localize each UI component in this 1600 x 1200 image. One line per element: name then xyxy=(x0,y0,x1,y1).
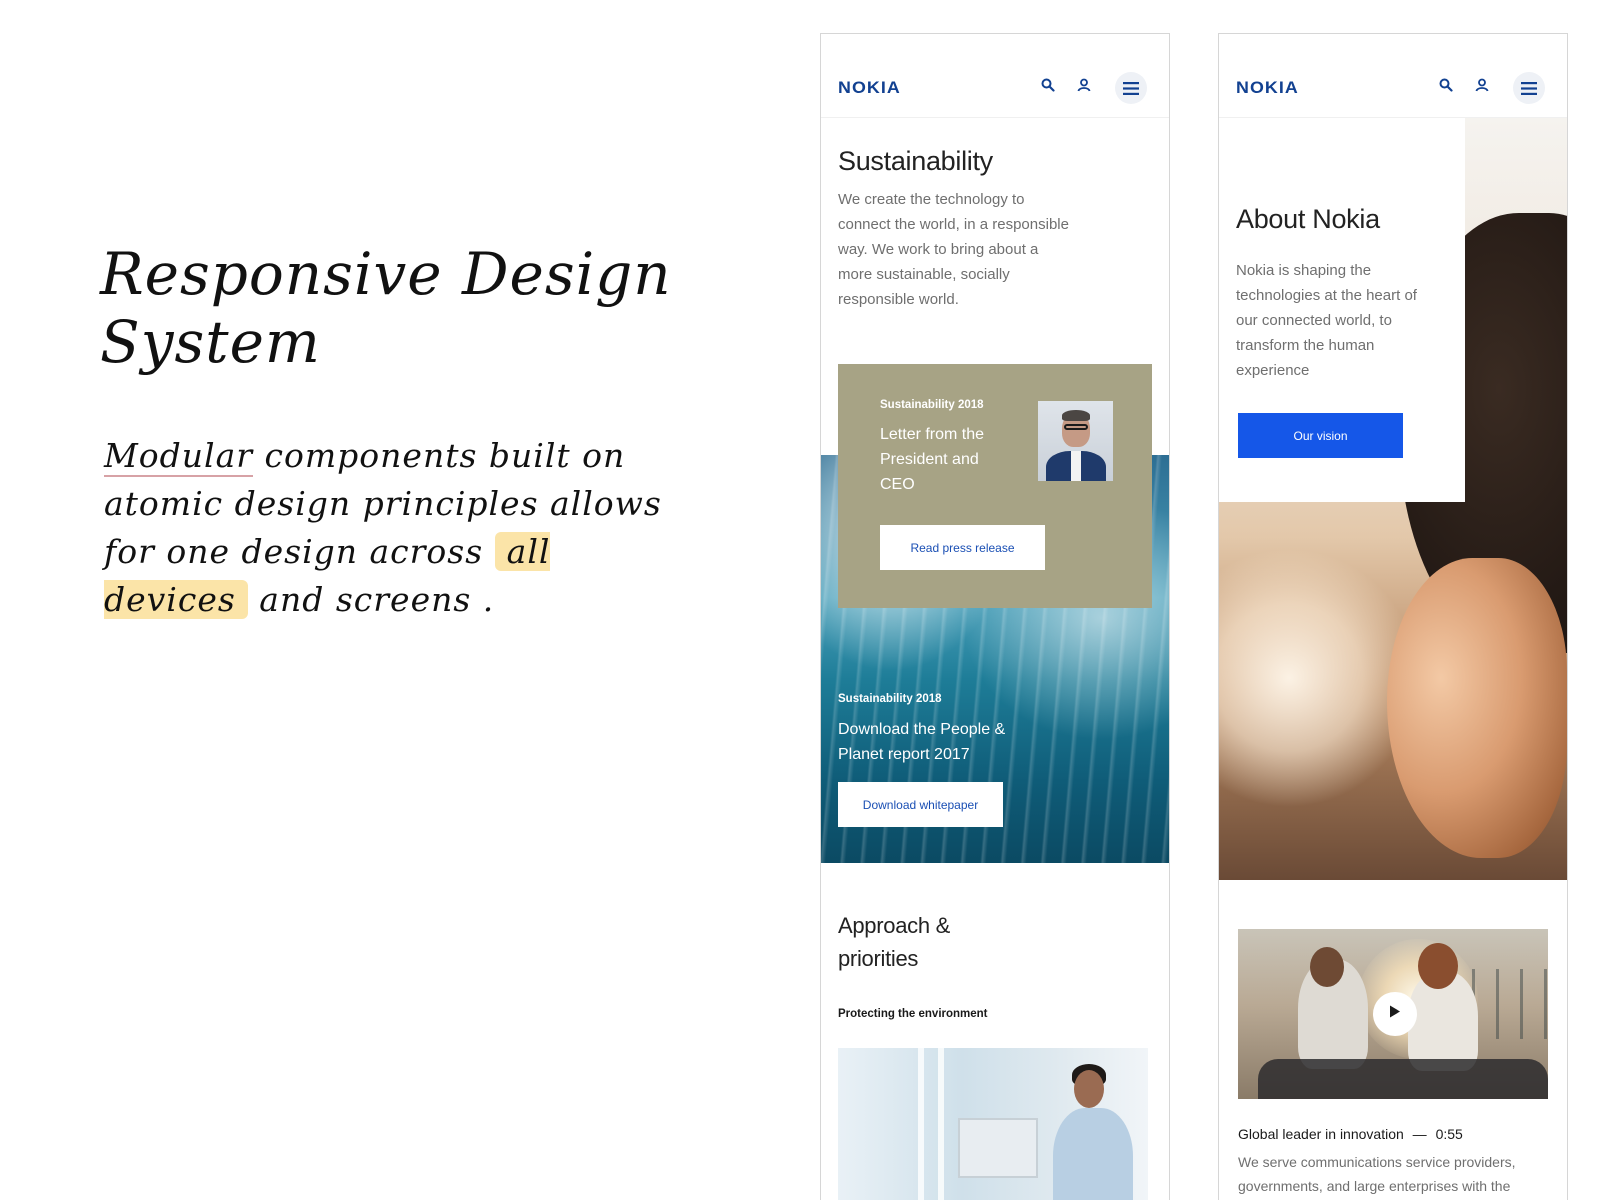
play-icon xyxy=(1389,1005,1401,1023)
video-person-head xyxy=(1310,947,1344,987)
about-title: About Nokia xyxy=(1236,204,1380,234)
nokia-logo[interactable]: NOKIA xyxy=(1236,78,1299,98)
video-description: We serve communications service provider… xyxy=(1238,1154,1516,1194)
approach-kicker: Protecting the environment xyxy=(838,1008,988,1020)
user-icon[interactable] xyxy=(1077,78,1095,96)
letter-card-kicker: Sustainability 2018 xyxy=(880,399,984,411)
video-separator: — xyxy=(1412,1126,1427,1142)
report-card-title: Download the People & Planet report 2017 xyxy=(838,721,1006,763)
user-icon[interactable] xyxy=(1475,78,1493,96)
video-duration: 0:55 xyxy=(1435,1126,1463,1142)
office-window-frame xyxy=(938,1048,944,1200)
our-vision-button[interactable]: Our vision xyxy=(1238,413,1403,458)
ceo-hair xyxy=(1062,410,1090,421)
top-nav: NOKIA xyxy=(1219,34,1567,118)
intro-paragraph: We create the technology to connect the … xyxy=(838,191,1069,308)
video-title: Global leader in innovation xyxy=(1238,1126,1404,1142)
ceo-glasses xyxy=(1064,424,1088,430)
report-card-kicker: Sustainability 2018 xyxy=(838,693,942,705)
office-worker-image xyxy=(838,1048,1148,1200)
play-button[interactable] xyxy=(1373,992,1417,1036)
ceo-shirt xyxy=(1071,451,1081,481)
handwritten-title: Responsive Design System xyxy=(100,240,720,376)
page-title: Sustainability xyxy=(838,146,993,176)
phone-mockup-about: NOKIA About Nokia Nokia is shaping the t… xyxy=(1218,33,1568,1200)
menu-icon[interactable] xyxy=(1513,72,1545,104)
read-press-release-button[interactable]: Read press release xyxy=(880,525,1045,570)
phone-mockup-sustainability: NOKIA Sustainability We create the techn… xyxy=(820,33,1170,1200)
hero-face xyxy=(1387,558,1567,858)
handwritten-title-line1: Responsive Design xyxy=(100,240,672,308)
office-monitor xyxy=(958,1118,1038,1178)
handwritten-subtitle-end: and screens . xyxy=(247,580,495,619)
nokia-logo[interactable]: NOKIA xyxy=(838,78,901,98)
video-legs xyxy=(1258,1059,1548,1099)
office-person-body xyxy=(1053,1108,1133,1200)
office-person-head xyxy=(1074,1070,1104,1108)
menu-icon[interactable] xyxy=(1115,72,1147,104)
letter-card: Sustainability 2018 Letter from the Pres… xyxy=(838,364,1152,608)
top-nav: NOKIA xyxy=(821,34,1169,118)
search-icon[interactable] xyxy=(1041,78,1059,96)
video-caption: Global leader in innovation — 0:55 xyxy=(1238,1126,1463,1142)
approach-title: Approach & priorities xyxy=(838,913,950,971)
about-paragraph: Nokia is shaping the technologies at the… xyxy=(1236,262,1417,379)
download-whitepaper-button[interactable]: Download whitepaper xyxy=(838,782,1003,827)
office-window-frame xyxy=(918,1048,924,1200)
ceo-portrait xyxy=(1038,401,1113,481)
handwritten-title-line2: System xyxy=(100,308,321,376)
search-icon[interactable] xyxy=(1439,78,1457,96)
letter-card-title: Letter from the President and CEO xyxy=(880,426,985,493)
handwritten-underlined-word: Modular xyxy=(104,436,254,477)
video-thumbnail[interactable] xyxy=(1238,929,1548,1099)
video-person-head xyxy=(1418,943,1458,989)
about-card: About Nokia Nokia is shaping the technol… xyxy=(1219,118,1465,502)
handwritten-subtitle: Modular components built on atomic desig… xyxy=(104,432,704,624)
